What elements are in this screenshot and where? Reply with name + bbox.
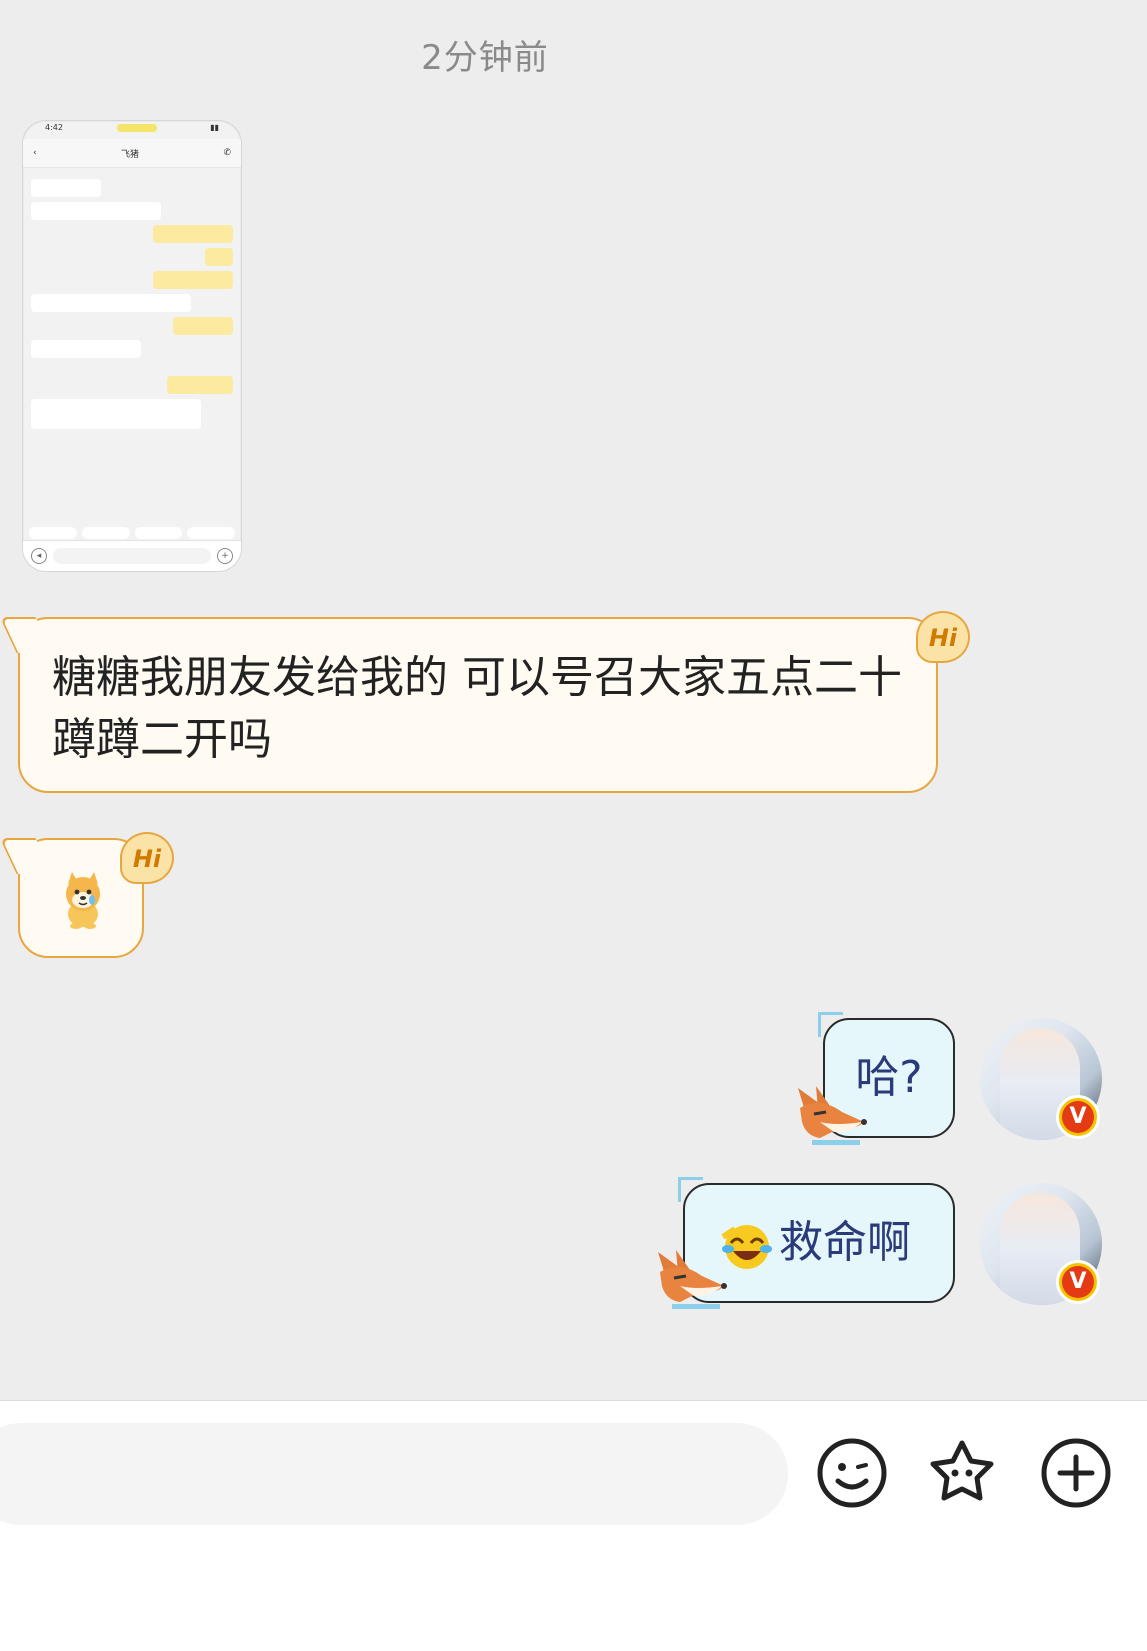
thumbnail-chat-rows	[23, 168, 241, 440]
thumbnail-bubble	[173, 317, 233, 335]
bubble-tail	[0, 617, 53, 653]
message-timestamp: 2分钟前	[421, 38, 549, 78]
verified-badge-label: V	[1062, 1101, 1094, 1133]
thumbnail-pill	[116, 124, 157, 132]
message-input[interactable]	[0, 1423, 788, 1525]
incoming-text-bubble[interactable]: 糖糖我朋友发给我的 可以号召大家五点二十蹲蹲二开吗	[0, 617, 938, 793]
thumbnail-bubble	[31, 399, 201, 429]
smiley-icon[interactable]	[816, 1437, 888, 1509]
thumbnail-input-bar: ◂ +	[23, 540, 241, 571]
verified-badge-icon: V	[1056, 1260, 1100, 1304]
dog-crying-sticker-icon	[66, 872, 100, 929]
thumbnail-bubble	[205, 248, 233, 266]
fox-frame-icon	[658, 1250, 727, 1309]
thumbnail-bubble	[31, 202, 161, 220]
thumbnail-time: 4:42	[45, 123, 63, 132]
thumbnail-back-icon: ‹	[33, 148, 37, 158]
thumbnail-input	[53, 548, 211, 564]
thumbnail-signal-icon: ▮▮	[210, 123, 219, 132]
plus-icon[interactable]	[1040, 1437, 1112, 1509]
thumbnail-bubble	[153, 271, 233, 289]
thumbnail-voice-icon: ◂	[31, 548, 47, 564]
thumbnail-bubble	[31, 294, 191, 312]
thumbnail-phone-icon: ✆	[223, 148, 231, 158]
verified-badge-icon: V	[1056, 1095, 1100, 1139]
thumbnail-time-divider	[31, 363, 233, 371]
thumbnail-status-bar: 4:42 ▮▮	[23, 121, 241, 139]
thumbnail-bubble	[167, 376, 233, 394]
thumbnail-bubble	[153, 225, 233, 243]
fox-frame-icon	[798, 1086, 867, 1145]
hi-badge-icon: Hi	[916, 611, 970, 663]
bubble-tail	[0, 838, 53, 874]
thumbnail-bubble	[31, 179, 101, 197]
message-text: 糖糖我朋友发给我的 可以号召大家五点二十蹲蹲二开吗	[52, 652, 902, 765]
thumbnail-quick-replies	[23, 527, 241, 539]
thumbnail-bubble	[31, 340, 141, 358]
verified-badge-label: V	[1062, 1266, 1094, 1298]
thumbnail-title: 飞猪	[121, 149, 140, 160]
screenshot-thumbnail[interactable]: 4:42 ▮▮ ‹ 飞猪 ✆ ◂ +	[22, 120, 242, 572]
chat-input-bar	[0, 1400, 1147, 1651]
thumbnail-plus-icon: +	[217, 548, 233, 564]
star-face-icon[interactable]	[926, 1437, 998, 1509]
hi-badge-icon: Hi	[120, 832, 174, 884]
thumbnail-nav: ‹ 飞猪 ✆	[23, 139, 241, 168]
message-text: 救命啊	[779, 1217, 911, 1268]
